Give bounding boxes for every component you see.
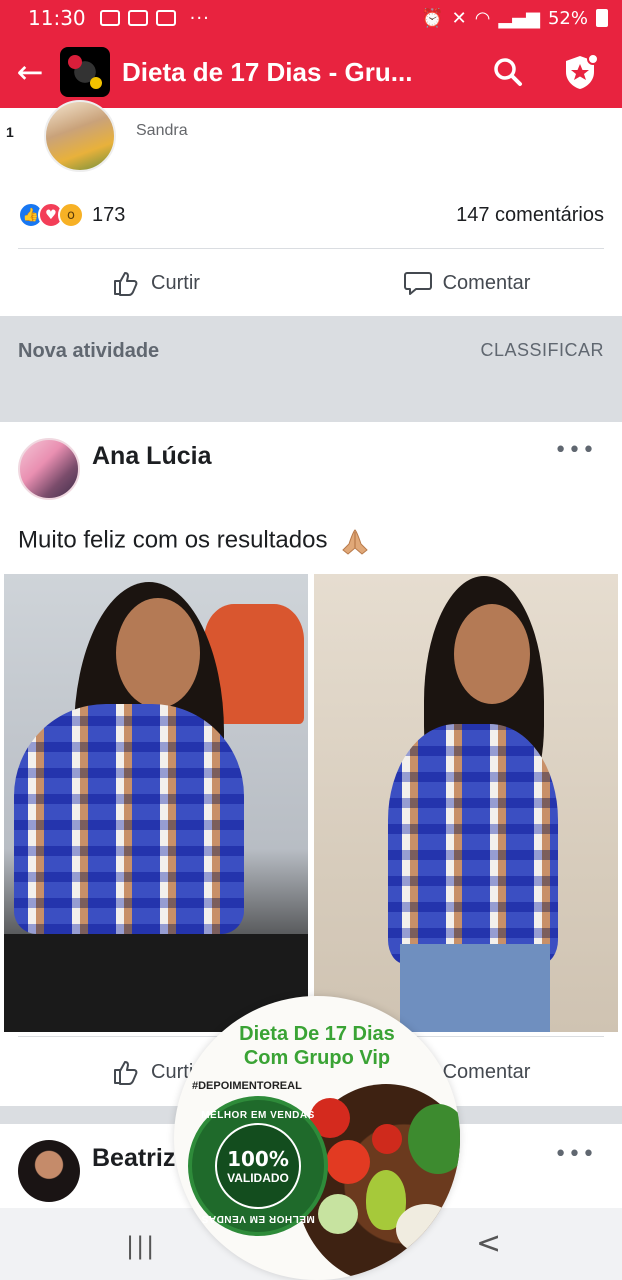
avatar[interactable] [44,100,116,172]
comments-count[interactable]: 147 comentários [456,204,604,227]
battery-percent: 52% [547,7,588,29]
promo-badge: Dieta De 17 Dias Com Grupo Vip #DEPOIMEN… [174,996,460,1280]
promo-title-line2: Com Grupo Vip [243,1047,391,1069]
after-photo[interactable] [314,574,618,1032]
previous-post: 1 Sandra 👍 ♥ o 173 147 comentários Curti… [0,100,622,316]
nav-back-icon[interactable]: < [476,1226,501,1261]
battery-icon [596,9,608,27]
rank-number: 1 [6,124,14,140]
like-button[interactable]: Curtir [0,250,311,316]
youtube-icon [155,10,176,26]
before-photo[interactable] [4,574,308,1032]
avatar[interactable] [18,438,80,500]
signal-icon: ▂▄▆ [498,7,540,29]
reaction-count: 173 [92,203,126,226]
wifi-icon: ◠ [474,7,491,29]
seal-label: VALIDADO [227,1171,289,1185]
promo-title: Dieta De 17 Dias Com Grupo Vip [174,1022,460,1070]
divider [18,248,604,249]
reaction-summary[interactable]: 👍 ♥ o 173 [18,202,125,228]
post-text-content: Muito feliz com os resultados [18,526,328,554]
comment-bubble-icon [403,272,432,295]
status-bar: 11:30 ··· ⏰ ✕ ◠ ▂▄▆ 52% [0,0,622,36]
praying-hands-icon [342,529,368,555]
recent-apps-icon[interactable]: ||| [126,1232,156,1260]
comment-label: Comentar [442,271,531,294]
status-time: 11:30 [28,6,86,30]
group-title[interactable]: Dieta de 17 Dias - Gru... [122,57,422,88]
seal-bottom-text: MELHOR EM VENDAS [201,1213,315,1224]
thumbs-up-icon [114,272,138,296]
post-actions: Curtir Comentar [0,250,622,316]
more-notifications-icon: ··· [189,7,210,29]
promo-hashtag: #DEPOIMENTOREAL [192,1080,302,1092]
commenter-name[interactable]: Sandra [136,122,188,140]
thumbs-up-icon [114,1061,138,1085]
more-options-icon[interactable]: ••• [554,438,596,463]
sort-button[interactable]: CLASSIFICAR [480,340,604,363]
app-header: ← Dieta de 17 Dias - Gru... [0,36,622,108]
section-header [0,316,622,422]
gmail-icon [127,10,148,26]
group-avatar[interactable] [60,47,110,97]
promo-title-line1: Dieta De 17 Dias [239,1023,395,1045]
post-author[interactable]: Beatriz [92,1144,175,1173]
seal-top-text: MELHOR EM VENDAS [201,1110,315,1121]
more-options-icon[interactable]: ••• [554,1142,596,1167]
post-photos[interactable] [4,574,618,1032]
gallery-icon [99,10,120,26]
section-title: Nova atividade [18,340,160,362]
like-label: Curtir [151,271,200,294]
seal-percent: 100% [227,1147,289,1171]
back-arrow-icon[interactable]: ← [0,36,60,108]
alarm-icon: ⏰ [421,7,444,29]
search-icon[interactable] [486,50,530,94]
admin-shield-icon[interactable] [556,48,604,96]
comment-button[interactable]: Comentar [311,250,622,316]
wow-reaction-icon: o [58,202,84,228]
mute-icon: ✕ [451,7,467,29]
avatar[interactable] [18,1140,80,1202]
post-text: Muito feliz com os resultados [18,526,372,556]
validated-seal: MELHOR EM VENDAS 100% VALIDADO MELHOR EM… [188,1096,328,1236]
post-author[interactable]: Ana Lúcia [92,442,211,471]
